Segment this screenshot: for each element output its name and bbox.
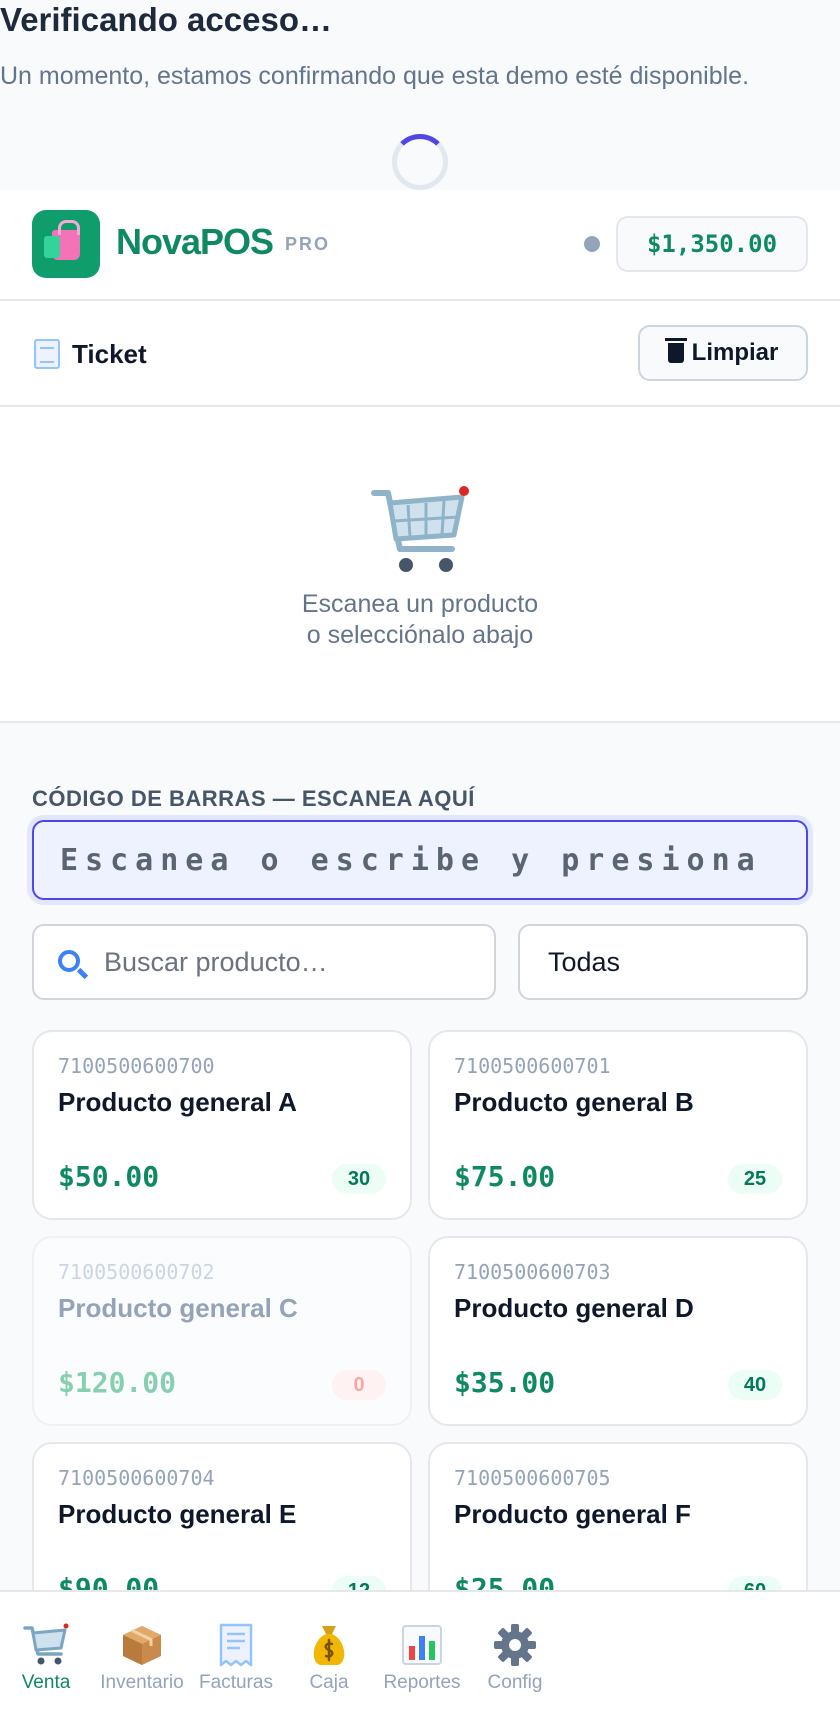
barcode-input[interactable] (32, 820, 808, 900)
stock-badge: 40 (728, 1370, 782, 1400)
receipt-icon (219, 1623, 253, 1667)
clear-ticket-label: Limpiar (691, 339, 779, 366)
shopping-cart-icon (371, 486, 469, 572)
product-code: 7100500600700 (58, 1054, 215, 1078)
product-code: 7100500600701 (454, 1054, 611, 1078)
verification-title: Verificando acceso… (0, 1, 332, 38)
nav-label: Reportes (383, 1672, 461, 1693)
nav-label: Inventario (100, 1672, 184, 1693)
ticket-toolbar: Ticket Limpiar (0, 301, 840, 407)
product-name: Producto general A (58, 1087, 297, 1117)
nav-item-venta[interactable]: Venta (0, 1622, 94, 1694)
shopping-bag-icon (44, 220, 80, 260)
product-card-out-of-stock: 7100500600702 Producto general C $120.00… (32, 1236, 412, 1426)
product-price: $75.00 (454, 1160, 556, 1193)
connection-status-dot (584, 236, 600, 252)
trash-icon (664, 338, 687, 363)
product-name: Producto general E (58, 1499, 297, 1529)
nav-item-reportes[interactable]: Reportes (374, 1622, 470, 1694)
verification-message: Un momento, estamos confirmando que esta… (0, 62, 750, 90)
barcode-label: CÓDIGO DE BARRAS — ESCANEA AQUÍ (32, 786, 475, 811)
cart-icon (23, 1623, 69, 1665)
bottom-navigation: Venta Inventario Facturas Caja Reportes … (0, 1590, 840, 1720)
product-card[interactable]: 7100500600703 Producto general D $35.00 … (428, 1236, 808, 1426)
nav-item-config[interactable]: Config (467, 1622, 563, 1694)
ticket-title: Ticket (72, 339, 147, 369)
ticket-empty-state: Escanea un producto o selecciónalo abajo (0, 407, 840, 723)
nav-label: Config (487, 1672, 543, 1693)
loading-spinner-icon (392, 134, 448, 190)
stock-badge: 25 (728, 1164, 782, 1194)
product-search[interactable] (32, 924, 496, 1000)
nav-label: Facturas (199, 1672, 273, 1693)
product-name: Producto general B (454, 1087, 694, 1117)
product-price: $50.00 (58, 1160, 160, 1193)
brand-name: NovaPOS (116, 221, 274, 262)
package-icon (123, 1626, 161, 1665)
verification-banner: Verificando acceso… Un momento, estamos … (0, 0, 840, 190)
plan-badge: PRO (285, 234, 331, 254)
product-price: $120.00 (58, 1366, 177, 1399)
nav-label: Venta (21, 1672, 71, 1693)
stock-badge: 30 (332, 1164, 386, 1194)
nav-label: Caja (309, 1672, 349, 1693)
gear-icon (494, 1624, 536, 1666)
product-code: 7100500600702 (58, 1260, 215, 1284)
product-card[interactable]: 7100500600700 Producto general A $50.00 … (32, 1030, 412, 1220)
product-code: 7100500600704 (58, 1466, 215, 1490)
stock-badge: 0 (332, 1370, 386, 1400)
product-name: Producto general F (454, 1499, 691, 1529)
nav-item-facturas[interactable]: Facturas (188, 1622, 284, 1694)
empty-state-line-1: Escanea un producto (301, 590, 539, 618)
product-search-input[interactable] (104, 926, 484, 998)
clear-ticket-button[interactable]: Limpiar (638, 325, 808, 381)
nav-item-caja[interactable]: Caja (281, 1622, 377, 1694)
category-select[interactable]: Todas (518, 924, 808, 1000)
app-logo (32, 210, 100, 278)
product-card[interactable]: 7100500600701 Producto general B $75.00 … (428, 1030, 808, 1220)
product-code: 7100500600705 (454, 1466, 611, 1490)
money-bag-icon (313, 1626, 345, 1665)
cash-balance: $1,350.00 (616, 216, 808, 272)
search-icon (58, 950, 80, 972)
product-price: $35.00 (454, 1366, 556, 1399)
product-code: 7100500600703 (454, 1260, 611, 1284)
nav-item-inventario[interactable]: Inventario (94, 1622, 190, 1694)
receipt-icon (34, 339, 60, 369)
app-header: NovaPOS PRO $1,350.00 (0, 190, 840, 301)
bar-chart-icon (402, 1625, 442, 1665)
product-name: Producto general C (58, 1293, 298, 1323)
product-name: Producto general D (454, 1293, 694, 1323)
empty-state-line-2: o selecciónalo abajo (306, 621, 534, 649)
